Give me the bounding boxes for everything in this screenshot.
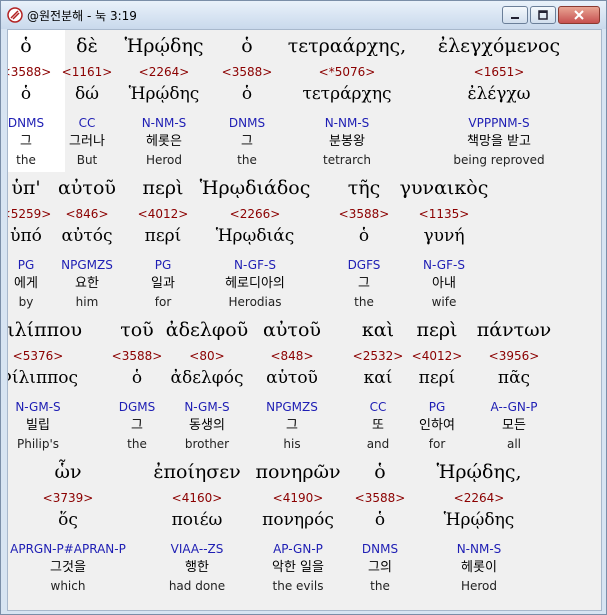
lexical-form: Ἡρῴδης [443, 510, 515, 530]
parsing-code: N-NM-S [324, 116, 370, 130]
strong-number[interactable]: <3956> [444, 348, 584, 364]
lexical-form: ὅς [58, 510, 78, 530]
english-gloss: being reproved [453, 153, 545, 167]
english-gloss: Herod [460, 579, 498, 593]
strong-number[interactable]: <2264> [409, 490, 549, 506]
greek-word[interactable]: Ἡρῴδης, [409, 460, 549, 484]
strong-number[interactable]: <1135> [374, 206, 514, 222]
parsing-code: A--GN-P [490, 400, 538, 414]
parsing-code: APRGN-P#APRAN-P [10, 542, 126, 556]
greek-word[interactable]: πάντων [444, 318, 584, 342]
greek-word[interactable]: ἐλεγχόμενος [429, 34, 569, 58]
close-button[interactable] [558, 6, 600, 24]
korean-gloss: 책망을 받고 [467, 134, 531, 149]
parsing-code: N-NM-S [456, 542, 502, 556]
app-window: @원전분해 - 눅 3:19 ὁ<3588>ὁDNMS그theδὲ<1161>δ… [0, 0, 607, 615]
strong-number[interactable]: <1651> [429, 64, 569, 80]
title-bar[interactable]: @원전분해 - 눅 3:19 [1, 1, 606, 29]
lexical-form: ἐλέγχω [467, 84, 531, 104]
english-gloss: which [50, 579, 86, 593]
app-icon [7, 7, 23, 23]
korean-gloss: 아내 [432, 276, 456, 291]
interlinear-view[interactable]: ὁ<3588>ὁDNMS그theδὲ<1161>δώCC그러나ButἩρῴδης… [7, 29, 602, 611]
english-gloss: wife [431, 295, 457, 309]
english-gloss: all [506, 437, 522, 451]
close-icon [574, 10, 584, 20]
korean-gloss: 모든 [502, 418, 526, 433]
maximize-button[interactable] [530, 6, 556, 24]
greek-word[interactable]: ὧν [8, 460, 138, 484]
korean-gloss: 분봉왕 [329, 134, 365, 149]
english-gloss: tetrarch [323, 153, 371, 167]
lexical-form: πᾶς [497, 368, 531, 388]
maximize-icon [538, 10, 548, 20]
minimize-button[interactable] [502, 6, 528, 24]
greek-word[interactable]: τετραάρχης, [277, 34, 417, 58]
minimize-icon [511, 17, 519, 19]
lexical-form: τετράρχης [302, 84, 392, 104]
window-title: @원전분해 - 눅 3:19 [27, 9, 137, 23]
parsing-code: N-GF-S [423, 258, 465, 272]
korean-gloss: 그것을 [50, 560, 86, 575]
strong-number[interactable]: <3739> [8, 490, 138, 506]
parsing-code: VPPPNM-S [468, 116, 530, 130]
greek-word[interactable]: γυναικὸς [374, 176, 514, 200]
korean-gloss: 헤롯이 [461, 560, 497, 575]
strong-number[interactable]: <*5076> [277, 64, 417, 80]
lexical-form: γυνή [423, 226, 465, 246]
